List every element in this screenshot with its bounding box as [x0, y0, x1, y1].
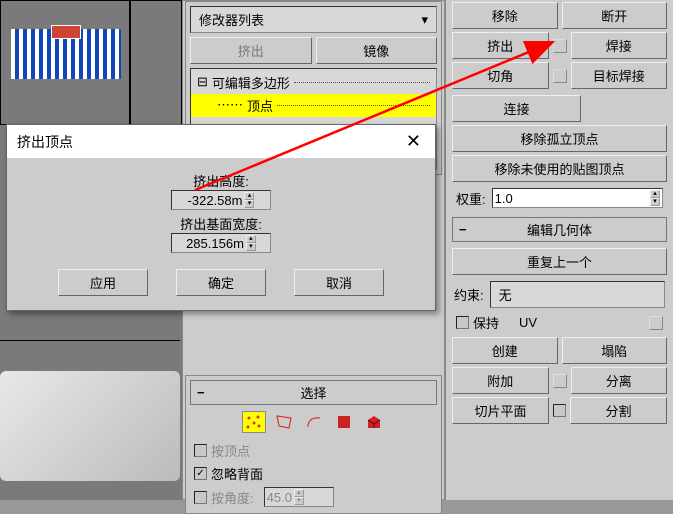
extrude-settings-icon[interactable] — [553, 39, 567, 53]
element-subobj-icon[interactable] — [362, 411, 386, 433]
slice-checkbox[interactable] — [553, 404, 566, 417]
mirror-button[interactable]: 镜像 — [316, 37, 438, 64]
base-width-label: 挤出基面宽度: — [17, 214, 425, 233]
edge-subobj-icon[interactable] — [272, 411, 296, 433]
detach-button[interactable]: 分离 — [571, 367, 668, 394]
preserve-label: 保持 — [473, 313, 499, 332]
dialog-titlebar[interactable]: 挤出顶点 ✕ — [7, 125, 435, 159]
modifier-list-label: 修改器列表 — [199, 10, 264, 29]
break-button[interactable]: 断开 — [562, 2, 668, 29]
extrude-height-spinner[interactable]: -322.58m ▴▾ — [171, 190, 271, 210]
checkbox-icon — [194, 444, 207, 457]
angle-spinner[interactable]: 45.0 ▴▾ — [264, 487, 334, 507]
target-weld-button[interactable]: 目标焊接 — [571, 62, 668, 89]
cancel-button[interactable]: 取消 — [294, 269, 384, 296]
extrude-button[interactable]: 挤出 — [452, 32, 549, 59]
tree-vertex[interactable]: ⋯⋯ 顶点 — [191, 94, 436, 117]
repeat-last-button[interactable]: 重复上一个 — [452, 248, 667, 275]
uv-settings-icon[interactable] — [649, 316, 663, 330]
weld-button[interactable]: 焊接 — [571, 32, 668, 59]
preserve-checkbox[interactable] — [456, 316, 469, 329]
chamfer-button[interactable]: 切角 — [452, 62, 549, 89]
close-icon[interactable]: ✕ — [402, 131, 425, 152]
create-button[interactable]: 创建 — [452, 337, 558, 364]
extrude-height-label: 挤出高度: — [17, 171, 425, 190]
collapse-icon: − — [459, 222, 467, 237]
attach-settings-icon[interactable] — [553, 374, 567, 388]
slice-plane-button[interactable]: 切片平面 — [452, 397, 549, 424]
remove-unused-map-button[interactable]: 移除未使用的贴图顶点 — [452, 155, 667, 182]
slice-button[interactable]: 分割 — [570, 397, 667, 424]
checkbox-icon — [194, 491, 207, 504]
edit-geom-header[interactable]: − 编辑几何体 — [452, 217, 667, 242]
base-width-spinner[interactable]: 285.156m ▴▾ — [171, 233, 271, 253]
border-subobj-icon[interactable] — [302, 411, 326, 433]
extrude-button-top[interactable]: 挤出 — [190, 37, 312, 64]
polygon-subobj-icon[interactable] — [332, 411, 356, 433]
modifier-list-dropdown[interactable]: 修改器列表 ▾ — [190, 6, 437, 33]
by-angle-checkbox[interactable]: 按角度: 45.0 ▴▾ — [190, 485, 437, 509]
vertex-subobj-icon[interactable] — [242, 411, 266, 433]
by-vertex-checkbox[interactable]: 按顶点 — [190, 439, 437, 462]
right-panel: 移除 断开 挤出 焊接 切角 目标焊接 连接 移除孤立顶点 移除未使用的贴图顶点… — [445, 0, 673, 500]
chamfer-settings-icon[interactable] — [553, 69, 567, 83]
collapse-button[interactable]: 塌陷 — [562, 337, 668, 364]
apply-button[interactable]: 应用 — [58, 269, 148, 296]
uv-label: UV — [519, 315, 537, 330]
collapse-icon: − — [197, 385, 205, 400]
ignore-backface-checkbox[interactable]: ✓ 忽略背面 — [190, 462, 437, 485]
extrude-vertices-dialog: 挤出顶点 ✕ 挤出高度: -322.58m ▴▾ 挤出基面宽度: 285.156… — [6, 124, 436, 311]
ok-button[interactable]: 确定 — [176, 269, 266, 296]
constraint-dropdown[interactable]: 无 — [490, 281, 665, 308]
weight-label: 权重: — [456, 189, 486, 208]
remove-isolated-button[interactable]: 移除孤立顶点 — [452, 125, 667, 152]
checkbox-icon: ✓ — [194, 467, 207, 480]
section-selection-header[interactable]: − 选择 — [190, 380, 437, 405]
attach-button[interactable]: 附加 — [452, 367, 549, 394]
connect-button[interactable]: 连接 — [452, 95, 581, 122]
remove-button[interactable]: 移除 — [452, 2, 558, 29]
dialog-title: 挤出顶点 — [17, 132, 73, 152]
constraint-label: 约束: — [454, 285, 484, 304]
weight-spinner[interactable]: 1.0 ▴▾ — [492, 188, 663, 208]
tree-root[interactable]: ⊟ 可编辑多边形 — [191, 71, 436, 94]
